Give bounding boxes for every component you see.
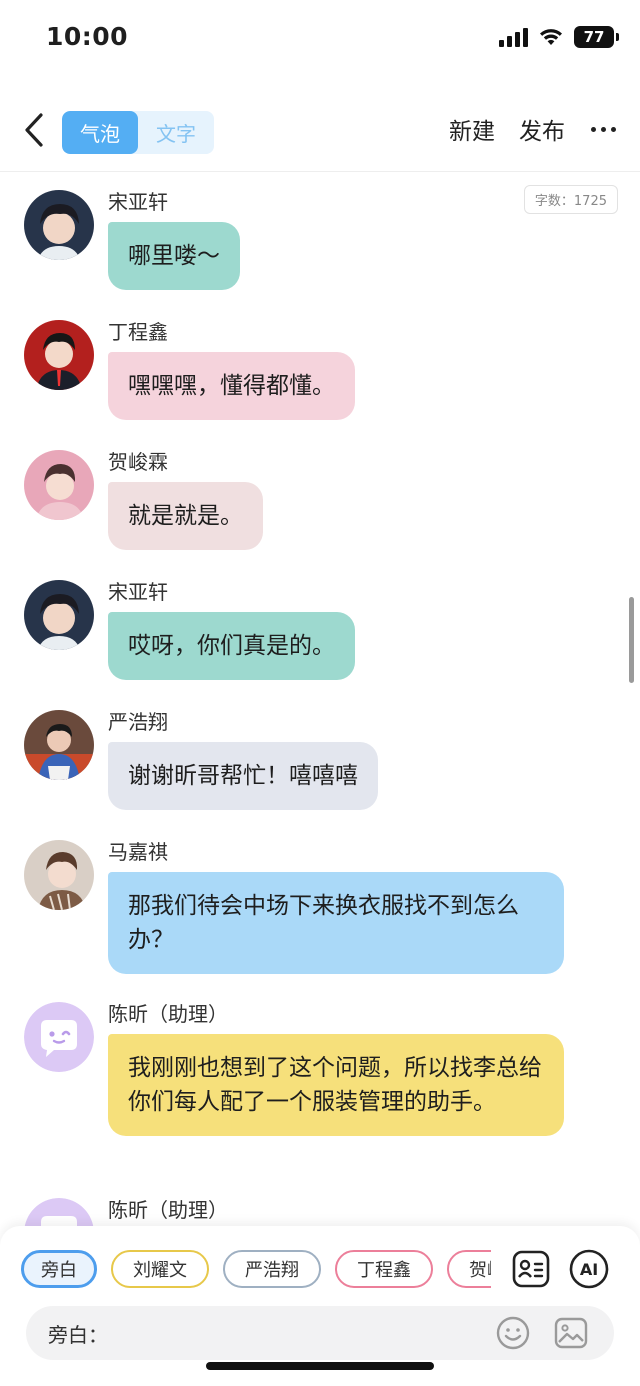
input-role-label: 旁白： <box>48 1323 108 1347</box>
speaker-name: 丁程鑫 <box>108 320 168 344</box>
speaker-name: 陈昕（助理） <box>108 1002 228 1026</box>
avatar[interactable] <box>24 710 94 780</box>
view-mode-toggle: 气泡 文字 <box>62 111 214 154</box>
role-chip[interactable]: 刘耀文 <box>111 1250 209 1288</box>
avatar[interactable] <box>24 580 94 650</box>
role-card-icon <box>512 1250 550 1288</box>
message-bubble[interactable]: 哎呀，你们真是的。 <box>108 612 355 680</box>
image-icon <box>554 1317 588 1349</box>
chat-message: 贺峻霖 就是就是。 <box>0 438 640 568</box>
status-icons: 77 <box>499 26 619 48</box>
role-chip-narration[interactable]: 旁白 <box>21 1250 97 1288</box>
chat-message: 陈昕（助理） 我刚刚也想到了这个问题，所以找李总给你们每人配了一个服装管理的助手… <box>0 990 640 1186</box>
battery-icon: 77 <box>574 26 619 48</box>
tab-bubble[interactable]: 气泡 <box>62 111 138 154</box>
ai-icon: AI <box>569 1249 609 1289</box>
chat-message: 丁程鑫 嘿嘿嘿，懂得都懂。 <box>0 308 640 438</box>
speaker-name: 陈昕（助理） <box>108 1198 228 1222</box>
status-time: 10:00 <box>46 22 129 51</box>
message-bubble[interactable]: 嘿嘿嘿，懂得都懂。 <box>108 352 355 420</box>
publish-button[interactable]: 发布 <box>519 112 565 146</box>
nav-bar: 气泡 文字 新建 发布 <box>0 96 640 172</box>
speaker-name: 严浩翔 <box>108 710 168 734</box>
message-input[interactable] <box>106 1316 486 1350</box>
emoji-icon <box>496 1316 530 1350</box>
speaker-name: 宋亚轩 <box>108 580 168 604</box>
chat-message: 马嘉祺 那我们待会中场下来换衣服找不到怎么办？ <box>0 828 640 990</box>
svg-text:AI: AI <box>580 1260 598 1279</box>
more-dots-icon[interactable] <box>591 126 616 132</box>
chat-message: 陈昕（助理） <box>0 1186 640 1226</box>
emoji-button[interactable] <box>494 1314 532 1352</box>
cellular-signal-icon <box>499 27 528 47</box>
battery-level: 77 <box>583 28 605 46</box>
chat-message: 宋亚轩 哎呀，你们真是的。 <box>0 568 640 698</box>
chat-message: 严浩翔 谢谢昕哥帮忙！嘻嘻嘻 <box>0 698 640 828</box>
back-button[interactable] <box>16 110 52 150</box>
role-chip[interactable]: 丁程鑫 <box>335 1250 433 1288</box>
avatar[interactable] <box>24 450 94 520</box>
chevron-left-icon <box>25 113 43 147</box>
message-bubble[interactable]: 哪里喽～ <box>108 222 240 290</box>
avatar[interactable] <box>24 1198 94 1226</box>
wifi-icon <box>540 29 562 45</box>
speaker-name: 马嘉祺 <box>108 840 168 864</box>
word-count-badge: 字数：1725 <box>523 185 618 214</box>
message-bubble[interactable]: 谢谢昕哥帮忙！嘻嘻嘻 <box>108 742 378 810</box>
avatar[interactable] <box>24 840 94 910</box>
chat-list[interactable]: 宋亚轩 哪里喽～ 丁程鑫 嘿嘿嘿，懂得都懂。 贺峻霖 就是就是。 宋亚轩 哎呀，… <box>0 178 640 1226</box>
avatar[interactable] <box>24 190 94 260</box>
message-bubble[interactable]: 我刚刚也想到了这个问题，所以找李总给你们每人配了一个服装管理的助手。 <box>108 1034 564 1136</box>
scrollbar[interactable] <box>629 597 634 683</box>
role-chip[interactable]: 贺峻霖 <box>447 1250 491 1288</box>
nav-actions: 新建 发布 <box>449 112 616 146</box>
home-indicator[interactable] <box>206 1362 434 1370</box>
role-card-button[interactable] <box>510 1248 552 1290</box>
message-bubble[interactable]: 就是就是。 <box>108 482 263 550</box>
avatar[interactable] <box>24 1002 94 1072</box>
status-bar: 10:00 77 <box>0 0 640 80</box>
message-bubble[interactable]: 那我们待会中场下来换衣服找不到怎么办？ <box>108 872 564 974</box>
message-input-bar: 旁白： <box>26 1306 614 1360</box>
speaker-name: 宋亚轩 <box>108 190 168 214</box>
ai-button[interactable]: AI <box>568 1248 610 1290</box>
avatar[interactable] <box>24 320 94 390</box>
tab-text[interactable]: 文字 <box>138 111 214 154</box>
role-selector: 旁白 刘耀文 严浩翔 丁程鑫 贺峻霖 <box>21 1250 491 1290</box>
new-button[interactable]: 新建 <box>449 112 495 146</box>
role-chip[interactable]: 严浩翔 <box>223 1250 321 1288</box>
image-button[interactable] <box>552 1314 590 1352</box>
speaker-name: 贺峻霖 <box>108 450 168 474</box>
